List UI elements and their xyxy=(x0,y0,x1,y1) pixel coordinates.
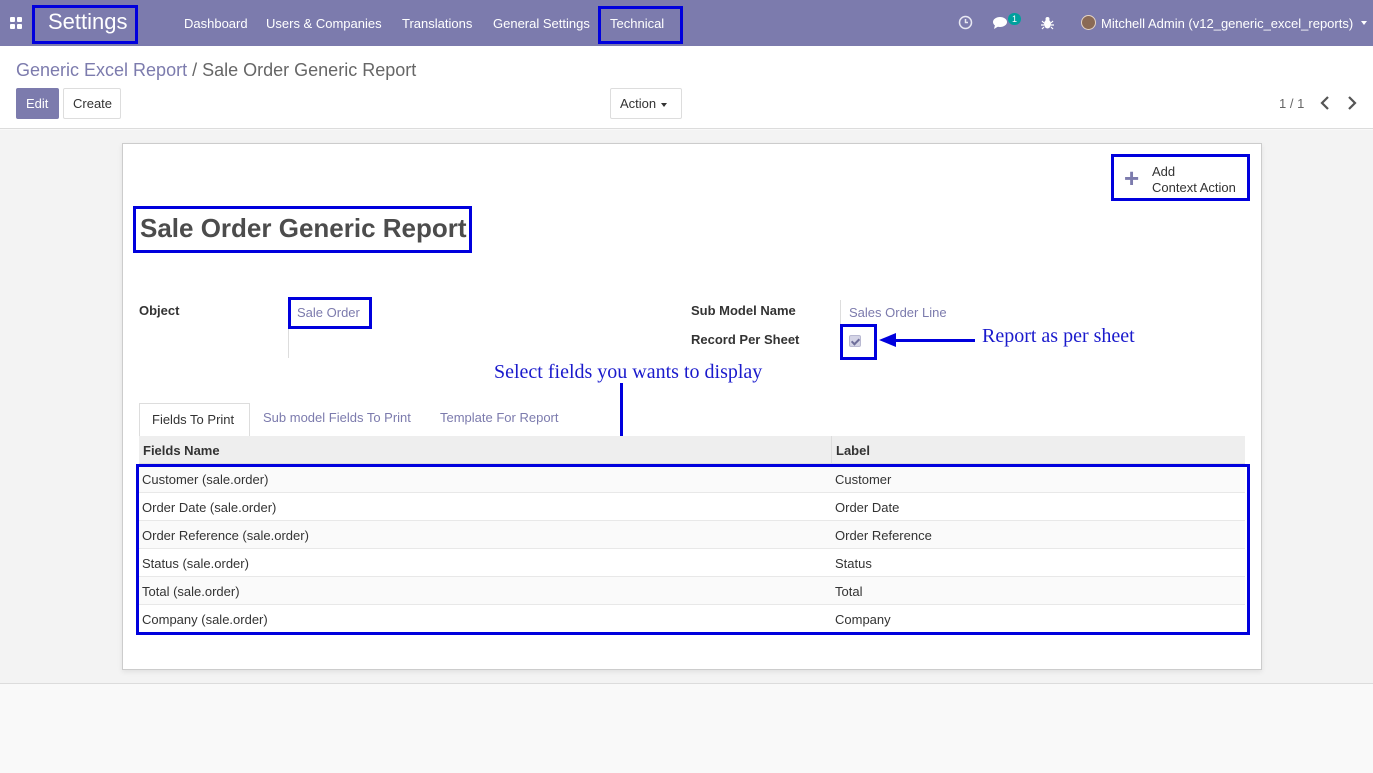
user-menu[interactable]: Mitchell Admin (v12_generic_excel_report… xyxy=(1101,16,1353,31)
activity-clock-icon[interactable] xyxy=(958,15,973,30)
menu-general-settings[interactable]: General Settings xyxy=(493,16,590,31)
messages-icon[interactable] xyxy=(992,16,1009,30)
breadcrumb-separator: / xyxy=(192,60,198,80)
sub-model-label: Sub Model Name xyxy=(691,303,796,318)
annotation-sheet-note: Report as per sheet xyxy=(982,325,1135,347)
annotation-arrow-line xyxy=(895,339,975,342)
control-panel: Generic Excel Report / Sale Order Generi… xyxy=(0,46,1373,129)
tab-fields-to-print[interactable]: Fields To Print xyxy=(139,403,250,437)
breadcrumb: Generic Excel Report / Sale Order Generi… xyxy=(16,60,416,81)
top-navbar: Settings Dashboard Users & Companies Tra… xyxy=(0,0,1373,46)
pager-value[interactable]: 1 / 1 xyxy=(1279,96,1304,111)
tab-template-for-report[interactable]: Template For Report xyxy=(440,410,559,425)
user-menu-chevron-down-icon[interactable] xyxy=(1361,21,1367,25)
pager-next-icon[interactable] xyxy=(1347,96,1357,110)
menu-dashboard[interactable]: Dashboard xyxy=(184,16,248,31)
object-label: Object xyxy=(139,303,180,318)
user-avatar[interactable] xyxy=(1081,15,1096,30)
apps-menu-icon[interactable] xyxy=(10,17,22,29)
debug-bug-icon[interactable] xyxy=(1041,16,1054,30)
menu-translations[interactable]: Translations xyxy=(402,16,472,31)
create-button[interactable]: Create xyxy=(63,88,121,119)
highlight-object xyxy=(288,297,372,329)
highlight-settings xyxy=(32,5,138,44)
breadcrumb-parent-link[interactable]: Generic Excel Report xyxy=(16,60,187,80)
column-divider xyxy=(831,436,832,464)
column-header-label[interactable]: Label xyxy=(836,443,870,458)
highlight-title xyxy=(133,206,472,253)
chevron-down-icon xyxy=(661,102,668,107)
pager-previous-icon[interactable] xyxy=(1320,96,1330,110)
annotation-arrow-left-icon xyxy=(879,333,896,347)
highlight-context-action xyxy=(1111,154,1250,201)
sub-model-value-link[interactable]: Sales Order Line xyxy=(849,305,947,320)
action-label: Action xyxy=(620,96,657,111)
table-header: Fields Name Label xyxy=(139,436,1245,464)
menu-users-companies[interactable]: Users & Companies xyxy=(266,16,382,31)
messages-badge: 1 xyxy=(1008,13,1022,25)
column-header-fields-name[interactable]: Fields Name xyxy=(143,443,220,458)
highlight-technical xyxy=(598,6,683,44)
annotation-fields-note: Select fields you wants to display xyxy=(494,361,763,383)
highlight-fields-table xyxy=(136,464,1250,635)
breadcrumb-current: Sale Order Generic Report xyxy=(202,60,417,80)
record-per-sheet-label: Record Per Sheet xyxy=(691,332,800,347)
tab-sub-model-fields[interactable]: Sub model Fields To Print xyxy=(263,410,411,425)
highlight-checkbox xyxy=(840,324,877,360)
action-dropdown[interactable]: Action xyxy=(610,88,682,119)
edit-button[interactable]: Edit xyxy=(16,88,59,119)
